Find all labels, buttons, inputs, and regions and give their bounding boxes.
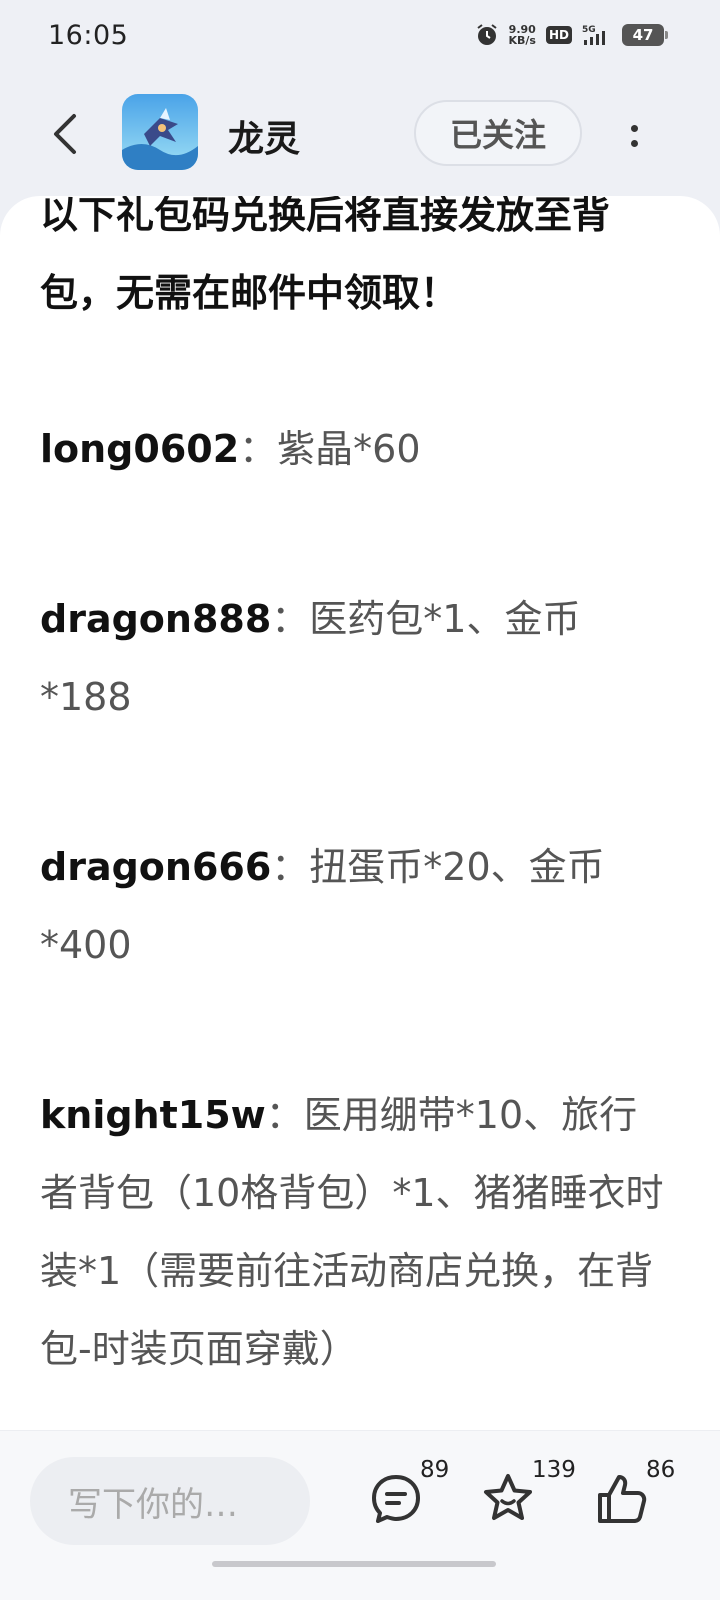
article-intro: 以下礼包码兑换后将直接发放至背包，无需在邮件中领取！ xyxy=(40,196,611,315)
gift-code: long0602 xyxy=(40,427,240,471)
header: 龙灵 已关注 xyxy=(0,80,720,190)
battery-icon: 47 xyxy=(622,24,668,46)
gift-code: dragon888 xyxy=(40,597,272,641)
gift-reward: 紫晶*60 xyxy=(277,427,421,471)
favorite-count: 139 xyxy=(532,1457,576,1483)
network-label: 5G xyxy=(582,25,596,35)
battery-level: 47 xyxy=(632,26,654,44)
status-icons: 9.90 KB/s HD 5G 47 xyxy=(475,23,668,47)
net-speed: 9.90 KB/s xyxy=(509,24,536,46)
comment-count: 89 xyxy=(420,1457,450,1483)
comment-icon xyxy=(372,1475,420,1523)
separator: ： xyxy=(271,845,310,889)
hd-badge: HD xyxy=(545,26,572,44)
gift-code-entry: dragon888：医药包*1、金币*188 xyxy=(40,580,670,736)
alarm-icon xyxy=(476,24,497,45)
bottom-action-bar: 写下你的… 89 139 86 xyxy=(0,1430,720,1600)
status-time: 16:05 xyxy=(48,19,129,51)
signal-icon: 5G xyxy=(582,25,605,45)
article-content[interactable]: 以下礼包码兑换后将直接发放至背包，无需在邮件中领取！ long0602：紫晶*6… xyxy=(0,196,720,1430)
app-avatar[interactable] xyxy=(122,94,198,170)
net-speed-unit: KB/s xyxy=(508,34,536,47)
more-dots-icon[interactable] xyxy=(614,106,654,166)
page-title: 龙灵 xyxy=(228,119,301,160)
thumbs-up-icon xyxy=(598,1475,647,1523)
star-icon xyxy=(484,1474,532,1520)
separator: ： xyxy=(265,1093,304,1137)
separator: ： xyxy=(271,597,310,641)
follow-button[interactable]: 已关注 xyxy=(414,100,582,166)
separator: ： xyxy=(239,427,278,471)
comment-input[interactable]: 写下你的… xyxy=(30,1457,310,1545)
app-avatar-image xyxy=(122,94,198,170)
comment-button[interactable]: 89 xyxy=(368,1457,449,1531)
like-button[interactable]: 86 xyxy=(594,1457,675,1531)
gift-code-entry: dragon666：扭蛋币*20、金币*400 xyxy=(40,828,670,984)
gift-code: knight15w xyxy=(40,1093,266,1137)
like-count: 86 xyxy=(646,1457,676,1483)
back-arrow-icon xyxy=(54,114,76,154)
favorite-button[interactable]: 139 xyxy=(480,1457,576,1531)
article-body: 以下礼包码兑换后将直接发放至背包，无需在邮件中领取！ long0602：紫晶*6… xyxy=(40,196,670,1430)
back-button[interactable] xyxy=(40,104,90,164)
status-bar: 16:05 9.90 KB/s HD 5G 47 xyxy=(0,0,720,70)
gift-code-entry: long0602：紫晶*60 xyxy=(40,410,670,488)
home-indicator[interactable] xyxy=(212,1561,496,1567)
gift-code: dragon666 xyxy=(40,845,272,889)
gift-code-entry: knight15w：医用绷带*10、旅行者背包（10格背包）*1、猪猪睡衣时装*… xyxy=(40,1076,670,1388)
